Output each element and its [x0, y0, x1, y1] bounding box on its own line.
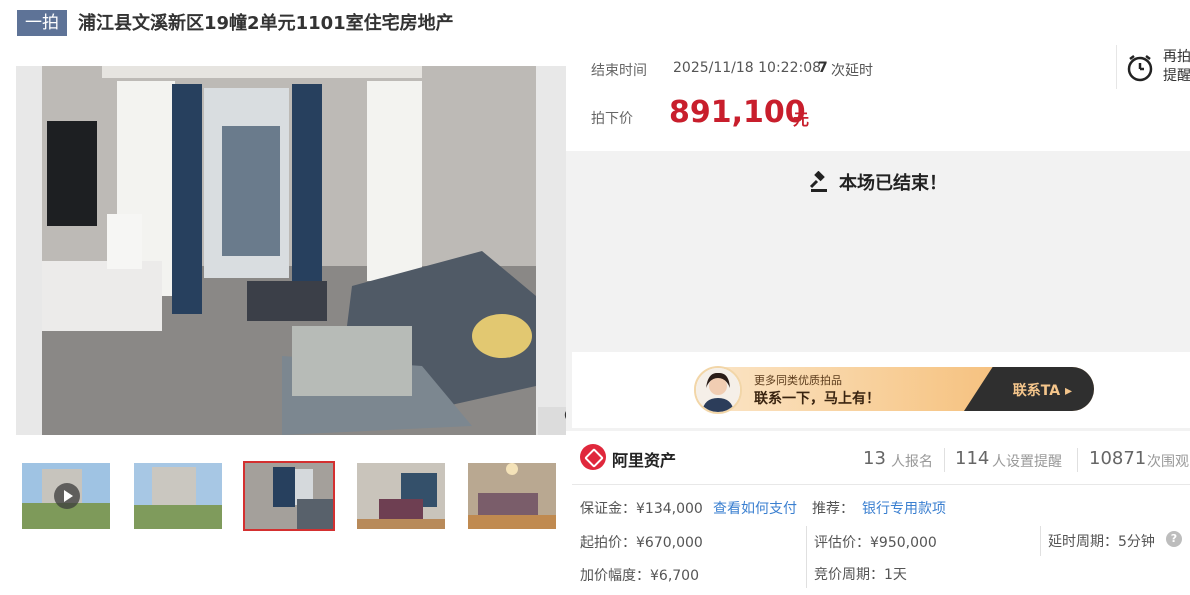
start-price-info: 起拍价：¥670,000 — [580, 535, 703, 551]
stat-divider — [1077, 448, 1078, 472]
thumbnail-living-room[interactable] — [243, 461, 335, 531]
increment-info: 加价幅度：¥6,700 — [580, 568, 699, 584]
section-divider — [572, 484, 1190, 485]
final-price: 891,100 — [669, 95, 806, 130]
final-price-label: 拍下价 — [591, 111, 633, 127]
agent-avatar — [694, 366, 742, 414]
delay-period-info: 延时周期：5分钟 — [1048, 534, 1155, 550]
deposit-info: 保证金：¥134,000 — [580, 501, 703, 517]
how-to-pay-link[interactable]: 查看如何支付 — [713, 498, 797, 518]
price-unit: 元 — [793, 110, 810, 129]
living-room-image — [42, 66, 536, 435]
thumbnail-bedroom-1[interactable] — [357, 463, 445, 529]
stat-divider — [944, 448, 945, 472]
contact-promo-bar[interactable]: 更多同类优质拍品 联系一下，马上有！ 联系TA ▸ — [694, 367, 1094, 411]
appraisal-info: 评估价：¥950,000 — [814, 535, 937, 551]
signup-count: 13 — [863, 448, 886, 469]
play-icon — [54, 483, 80, 509]
thumbnail-bedroom-2[interactable] — [468, 463, 556, 529]
reauction-reminder-label: 再拍提醒 — [1163, 49, 1190, 84]
auction-ended-message: 本场已结束！ — [566, 169, 1190, 195]
promo-line-1: 更多同类优质拍品 — [754, 374, 842, 387]
reminder-count: 114 — [955, 448, 990, 469]
thumbnail-video[interactable] — [22, 463, 110, 529]
delay-count-label: 次延时 — [831, 63, 873, 79]
signup-label: 人报名 — [891, 454, 933, 470]
alarm-clock-icon — [1127, 55, 1153, 82]
zoom-button[interactable] — [538, 407, 566, 435]
end-time-label: 结束时间 — [591, 63, 647, 79]
recommend-label: 推荐： — [812, 501, 854, 517]
reauction-reminder-button[interactable]: 再拍提醒 — [1116, 45, 1190, 89]
detail-divider — [806, 526, 807, 588]
view-label: 次围观 — [1147, 454, 1189, 470]
promo-banner: 更多同类优质拍品 联系一下，马上有！ 联系TA ▸ — [572, 352, 1190, 428]
delay-count: 7 — [818, 60, 828, 76]
view-count: 10871 — [1089, 448, 1147, 469]
org-name: 阿里资产 — [612, 451, 677, 470]
help-icon[interactable]: ? — [1166, 531, 1182, 547]
end-time-value: 2025/11/18 10:22:08 — [673, 60, 822, 76]
auction-ended-text: 本场已结束！ — [839, 173, 947, 194]
bank-account-link[interactable]: 银行专用款项 — [862, 498, 946, 518]
gavel-icon — [809, 171, 827, 192]
promo-line-2: 联系一下，马上有！ — [754, 391, 880, 407]
reminder-label: 人设置提醒 — [992, 454, 1062, 470]
detail-divider — [1040, 526, 1041, 556]
auction-round-badge: 一拍 — [17, 10, 67, 36]
ali-assets-logo-icon — [580, 444, 606, 470]
thumbnail-building[interactable] — [134, 463, 222, 529]
bid-period-info: 竞价周期：1天 — [814, 567, 907, 583]
main-photo — [16, 66, 566, 435]
page-title: 浦江县文溪新区19幢2单元1101室住宅房地产 — [78, 13, 454, 34]
contact-ta-button[interactable]: 联系TA ▸ — [1013, 380, 1072, 400]
